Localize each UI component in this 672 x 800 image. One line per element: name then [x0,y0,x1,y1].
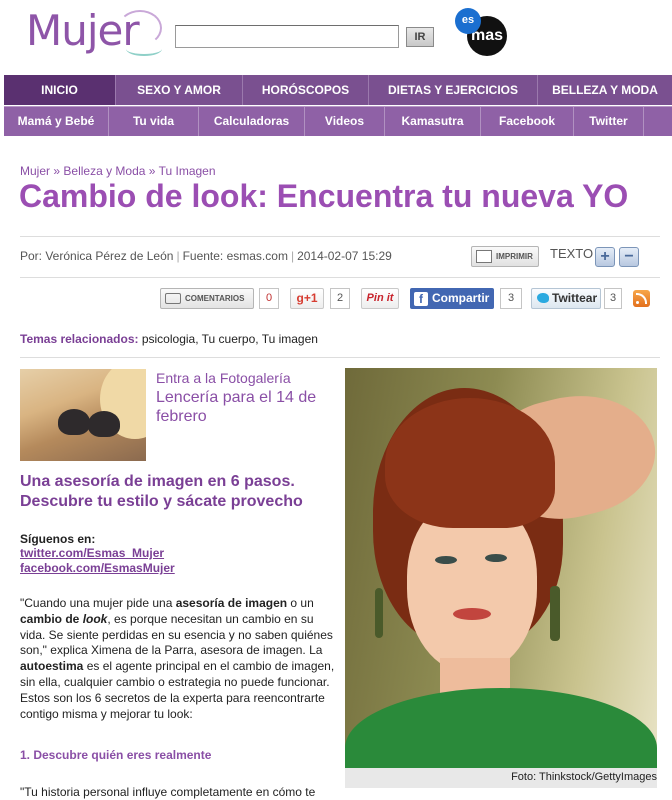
mujer-logo[interactable]: Mujer [26,6,162,56]
thumbnail-shape [88,411,120,437]
nav-item-tu-vida[interactable]: Tu vida [109,107,199,136]
increase-text-button[interactable]: + [595,247,615,267]
follow-us-label: Síguenos en: [20,532,96,546]
search-input[interactable] [175,25,399,48]
nav-item-belleza-y-moda[interactable]: BELLEZA Y MODA [538,75,672,105]
esmas-logo[interactable]: mas es [455,8,507,56]
page-title: Cambio de look: Encuentra tu nueva YO [19,178,629,214]
comments-label: COMENTARIOS [185,294,245,303]
nav-item-videos[interactable]: Videos [305,107,385,136]
gallery-title[interactable]: Lencería para el 14 de febrero [156,388,336,426]
photo-shape [485,554,507,562]
divider [20,236,660,237]
twitter-bird-icon [537,293,549,303]
related-topics: Temas relacionados: psicologia, Tu cuerp… [20,332,318,346]
nav-item-inicio[interactable]: INICIO [4,75,116,105]
source: Fuente: esmas.com [182,249,288,263]
breadcrumb-belleza-y-moda[interactable]: Belleza y Moda [63,164,145,178]
gallery-thumbnail[interactable] [20,369,146,461]
text-run: look [82,611,108,626]
photo-shape [385,398,555,528]
section-heading: 1. Descubre quién eres realmente [20,748,212,762]
thumbnail-shape [58,409,90,435]
photo-shape [453,608,491,620]
facebook-share-count: 3 [500,288,522,309]
text-run: cambio de [20,611,83,626]
gallery-label[interactable]: Entra a la Fotogalería [156,370,291,386]
tweet-button[interactable]: Twittear [531,288,601,309]
google-plus-button[interactable]: g+1 [290,288,324,309]
author: Por: Verónica Pérez de León [20,249,174,263]
related-topics-label: Temas relacionados: [20,332,139,346]
photo-shape [435,556,457,564]
photo-shape [550,586,560,641]
tweet-label: Twittear [552,291,598,305]
nav-item-horoscopos[interactable]: HORÓSCOPOS [243,75,369,105]
rss-icon[interactable] [633,290,650,307]
article-subheading: Una asesoría de imagen en 6 pasos. Descu… [20,473,303,510]
nav-item-sexo-y-amor[interactable]: SEXO Y AMOR [116,75,243,105]
photo-credit: Foto: Thinkstock/GettyImages [345,768,657,788]
breadcrumb: Mujer » Belleza y Moda » Tu Imagen [20,164,216,178]
nav-item-dietas[interactable]: DIETAS Y EJERCICIOS [369,75,538,105]
text-run: asesoría de imagen [175,596,288,610]
related-topics-links[interactable]: psicologia, Tu cuerpo, Tu imagen [142,332,318,346]
facebook-follow-link[interactable]: facebook.com/EsmasMujer [20,561,175,575]
logo-swirl-accent-icon [126,42,162,56]
nav-item-facebook[interactable]: Facebook [481,107,574,136]
site-header: Mujer IR mas es [0,0,672,76]
nav-item-twitter[interactable]: Twitter [574,107,644,136]
divider [20,277,660,278]
article-paragraph: "Tu historia personal influye completame… [20,785,316,799]
search-button[interactable]: IR [406,27,434,47]
pinterest-button[interactable]: Pin it [361,288,399,309]
tweet-count: 3 [604,288,622,309]
facebook-icon: f [414,292,428,306]
divider [20,357,660,358]
text-run: "Cuando una mujer pide una [20,596,176,610]
printer-icon [476,250,492,263]
primary-nav: INICIO SEXO Y AMOR HORÓSCOPOS DIETAS Y E… [4,75,672,105]
byline-separator: | [290,249,295,263]
facebook-share-label: Compartir [432,291,490,305]
google-plus-count: 2 [330,288,350,309]
secondary-nav: Mamá y Bebé Tu vida Calculadoras Videos … [4,106,672,136]
esmas-logo-top: es [455,8,481,34]
nav-item-calculadoras[interactable]: Calculadoras [199,107,305,136]
breadcrumb-tu-imagen[interactable]: Tu Imagen [159,164,216,178]
article-paragraph: "Cuando una mujer pide una asesoría de i… [20,596,336,722]
article-photo [345,368,657,768]
publish-date: 2014-02-07 15:29 [297,249,392,263]
text-run: o un [287,596,314,610]
byline-separator: | [176,249,180,263]
comment-bubble-icon [165,293,181,304]
photo-shape [375,588,383,638]
comments-count: 0 [259,288,279,309]
breadcrumb-separator: » [148,164,156,178]
logo-swirl-icon [118,10,162,46]
facebook-share-button[interactable]: f Compartir [410,288,494,309]
nav-item-kamasutra[interactable]: Kamasutra [385,107,481,136]
nav-item-mama-y-bebe[interactable]: Mamá y Bebé [4,107,109,136]
text-run: autoestima [20,659,84,674]
comments-button[interactable]: COMENTARIOS [160,288,254,309]
article-byline: Por: Verónica Pérez de León | Fuente: esma… [20,249,392,263]
text-size-label: TEXTO [550,246,594,261]
breadcrumb-mujer[interactable]: Mujer [20,164,50,178]
photo-shape [345,688,657,768]
twitter-follow-link[interactable]: twitter.com/Esmas_Mujer [20,546,164,560]
breadcrumb-separator: » [53,164,61,178]
decrease-text-button[interactable]: − [619,247,639,267]
print-button[interactable]: IMPRIMIR [471,246,539,267]
print-label: IMPRIMIR [496,252,533,261]
